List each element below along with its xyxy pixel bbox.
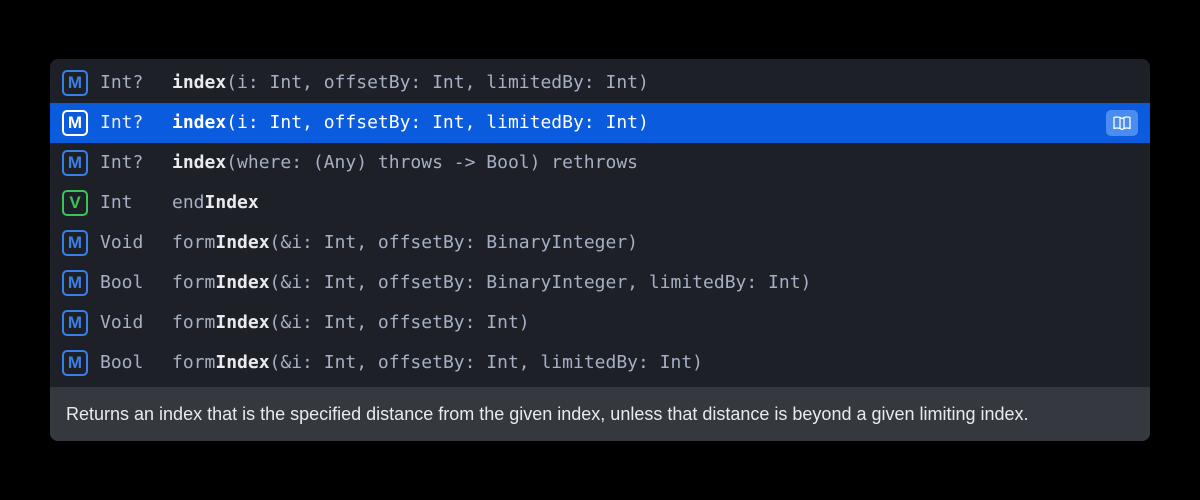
variable-icon: V [62, 190, 88, 216]
return-type: Void [100, 312, 172, 333]
documentation-icon[interactable] [1106, 110, 1138, 136]
return-type: Int [100, 192, 172, 213]
suggestion-row[interactable]: M Int?index(where: (Any) throws -> Bool) … [50, 143, 1150, 183]
return-type: Bool [100, 352, 172, 373]
suggestion-list: MInt?index(i: Int, offsetBy: Int, limite… [50, 59, 1150, 387]
method-icon: M [62, 230, 88, 256]
suggestion-row[interactable]: M Int?index(i: Int, offsetBy: Int, limite… [50, 103, 1150, 143]
return-type: Int? [100, 152, 172, 173]
method-icon: M [62, 150, 88, 176]
suggestion-row[interactable]: M Int?index(i: Int, offsetBy: Int, limite… [50, 63, 1150, 103]
suggestion-row[interactable]: M BoolformIndex(&i: Int, offsetBy: Binary… [50, 263, 1150, 303]
signature: endIndex [172, 192, 259, 213]
method-icon: M [62, 350, 88, 376]
signature: formIndex(&i: Int, offsetBy: BinaryInteg… [172, 272, 811, 293]
signature: formIndex(&i: Int, offsetBy: Int, limite… [172, 352, 703, 373]
signature: index(i: Int, offsetBy: Int, limitedBy: … [172, 112, 649, 133]
signature: formIndex(&i: Int, offsetBy: BinaryInteg… [172, 232, 638, 253]
method-icon: M [62, 70, 88, 96]
suggestion-row[interactable]: M VoidformIndex(&i: Int, offsetBy: Binary… [50, 223, 1150, 263]
return-type: Bool [100, 272, 172, 293]
suggestion-row[interactable]: M BoolformIndex(&i: Int, offsetBy: Int, l… [50, 343, 1150, 383]
suggestion-row[interactable]: V IntendIndex [50, 183, 1150, 223]
suggestion-row[interactable]: M VoidformIndex(&i: Int, offsetBy: Int) [50, 303, 1150, 343]
method-icon: M [62, 310, 88, 336]
return-type: Int? [100, 72, 172, 93]
return-type: Void [100, 232, 172, 253]
method-icon: M [62, 110, 88, 136]
signature: formIndex(&i: Int, offsetBy: Int) [172, 312, 530, 333]
summary-panel: Returns an index that is the specified d… [50, 387, 1150, 441]
return-type: Int? [100, 112, 172, 133]
autocomplete-popup: MInt?index(i: Int, offsetBy: Int, limite… [50, 59, 1150, 441]
signature: index(i: Int, offsetBy: Int, limitedBy: … [172, 72, 649, 93]
signature: index(where: (Any) throws -> Bool) rethr… [172, 152, 638, 173]
method-icon: M [62, 270, 88, 296]
